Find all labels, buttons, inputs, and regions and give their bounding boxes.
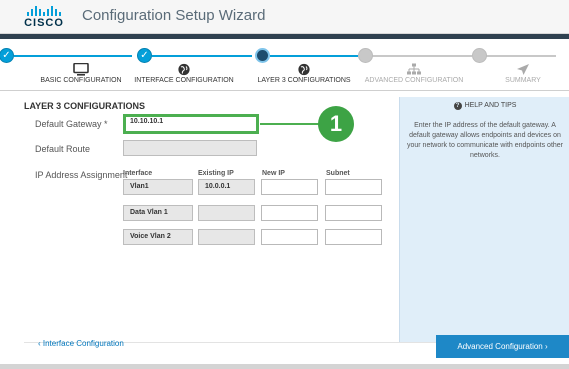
- step-connector: [270, 55, 358, 57]
- column-header-interface: Interface: [123, 170, 153, 177]
- default-route-input[interactable]: [123, 140, 257, 156]
- step-connector: [14, 55, 132, 57]
- step-label-advanced: ADVANCED CONFIGURATION: [364, 77, 464, 84]
- step-connector: [486, 55, 556, 57]
- bottom-bar: [0, 364, 569, 369]
- callout-connector: [260, 123, 319, 125]
- next-button[interactable]: Advanced Configuration ›: [436, 335, 569, 358]
- row-subnet-data-vlan[interactable]: [325, 205, 382, 221]
- row-new-ip-voice-vlan[interactable]: [261, 229, 318, 245]
- column-header-subnet: Subnet: [326, 170, 350, 177]
- step-start-dot: [0, 48, 14, 63]
- step-dot-interface[interactable]: [137, 48, 152, 63]
- help-panel: ? HELP AND TIPS Enter the IP address of t…: [399, 97, 569, 342]
- step-connector: [152, 55, 252, 57]
- step-label-interface[interactable]: INTERFACE CONFIGURATION: [134, 77, 233, 84]
- send-icon: [517, 64, 529, 75]
- help-text: Enter the IP address of the default gate…: [406, 122, 564, 159]
- help-title-text: HELP AND TIPS: [464, 102, 517, 109]
- cisco-logo: CISCO: [24, 6, 64, 30]
- help-title: ? HELP AND TIPS: [400, 102, 569, 110]
- step-label-layer3[interactable]: LAYER 3 CONFIGURATIONS: [257, 77, 350, 84]
- sitemap-icon: [407, 63, 421, 75]
- step-label-summary: SUMMARY: [505, 77, 541, 84]
- default-route-label: Default Route: [35, 144, 91, 154]
- wizard-steps: BASIC CONFIGURATION INTERFACE CONFIGURAT…: [0, 39, 569, 91]
- page-title: Configuration Setup Wizard: [82, 7, 266, 24]
- row-new-ip-data-vlan[interactable]: [261, 205, 318, 221]
- app-header: CISCO Configuration Setup Wizard: [0, 0, 569, 34]
- row-existing-ip-data-vlan: [198, 205, 255, 221]
- logo-text: CISCO: [24, 17, 64, 29]
- section-title: LAYER 3 CONFIGURATIONS: [24, 101, 146, 111]
- back-link[interactable]: ‹ Interface Configuration: [38, 339, 124, 348]
- row-interface-data-vlan: Data Vlan 1: [123, 205, 193, 221]
- step-dot-advanced: [358, 48, 373, 63]
- step-connector: [372, 55, 472, 57]
- default-gateway-label: Default Gateway *: [35, 119, 108, 129]
- row-new-ip-vlan1[interactable]: [261, 179, 318, 195]
- step-dot-summary: [472, 48, 487, 63]
- row-existing-ip-vlan1: 10.0.0.1: [198, 179, 255, 195]
- row-interface-vlan1: Vlan1: [123, 179, 193, 195]
- callout-badge: 1: [318, 106, 354, 142]
- default-gateway-input[interactable]: 10.10.10.1: [123, 114, 259, 134]
- question-icon: ?: [453, 102, 462, 110]
- row-subnet-voice-vlan[interactable]: [325, 229, 382, 245]
- row-existing-ip-voice-vlan: [198, 229, 255, 245]
- row-interface-voice-vlan: Voice Vlan 2: [123, 229, 193, 245]
- column-header-new-ip: New IP: [262, 170, 285, 177]
- globe-icon: [178, 63, 190, 76]
- globe-icon: [298, 63, 310, 76]
- row-subnet-vlan1[interactable]: [325, 179, 382, 195]
- monitor-icon: [73, 63, 89, 76]
- column-header-existing-ip: Existing IP: [198, 170, 234, 177]
- step-label-basic[interactable]: BASIC CONFIGURATION: [40, 77, 121, 84]
- ip-assignment-label: IP Address Assignment: [35, 170, 128, 180]
- step-dot-layer3[interactable]: [255, 48, 270, 63]
